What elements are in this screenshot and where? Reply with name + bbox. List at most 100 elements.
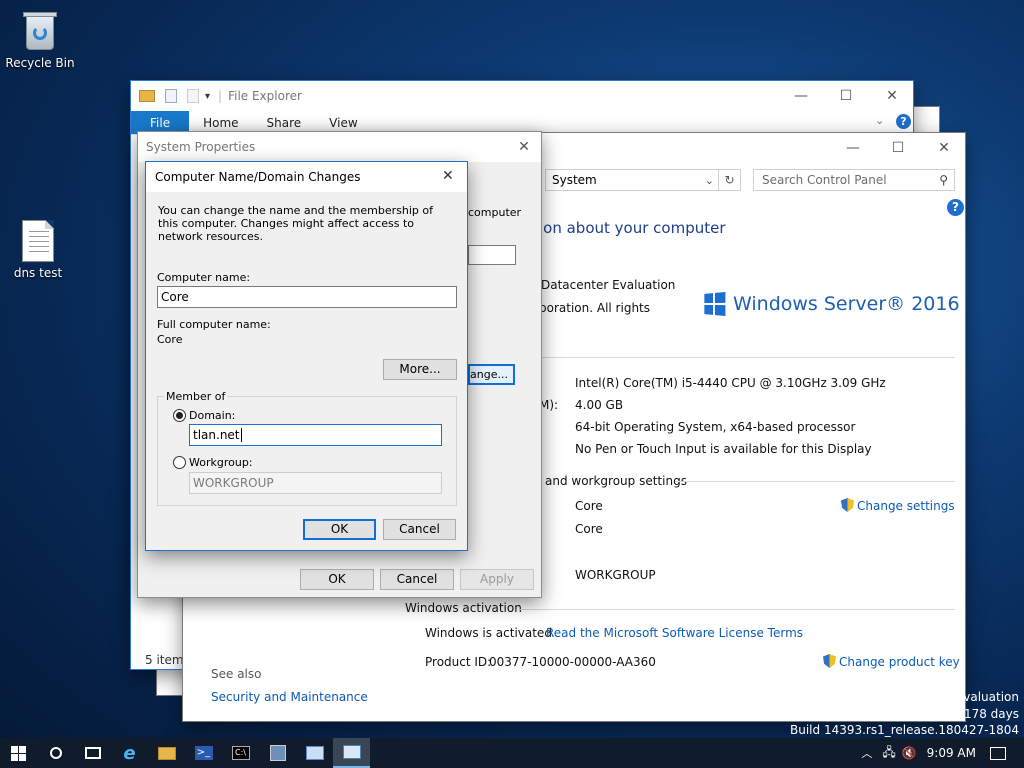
action-center-icon[interactable] xyxy=(990,746,1006,760)
system-tray: ︿ 🖧 🔇 9:09 AM xyxy=(861,738,1024,768)
desktop-icon-dns-test[interactable]: dns test xyxy=(0,220,76,280)
maximize-button[interactable]: ☐ xyxy=(823,81,869,111)
window-title: File Explorer xyxy=(228,89,302,103)
search-button[interactable] xyxy=(37,738,74,768)
product-id-label: Product ID: xyxy=(425,655,492,669)
start-button[interactable] xyxy=(0,738,37,768)
windows-server-logo: Windows Server® 2016 xyxy=(703,291,960,317)
address-bar[interactable]: System ⌄ xyxy=(545,169,719,191)
computer-name-dialog[interactable]: Computer Name/Domain Changes ✕ You can c… xyxy=(145,161,468,551)
cancel-button[interactable]: Cancel xyxy=(383,519,456,540)
edition-text: Datacenter Evaluation xyxy=(541,278,676,292)
minimize-button[interactable]: — xyxy=(830,133,876,163)
internet-explorer-button[interactable]: e xyxy=(111,738,148,768)
new-folder-quick-icon[interactable] xyxy=(187,89,199,103)
dialog-titlebar[interactable]: Computer Name/Domain Changes xyxy=(146,162,467,192)
help-icon[interactable]: ? xyxy=(947,199,964,216)
behind-field xyxy=(468,245,516,265)
license-terms-link[interactable]: Read the Microsoft Software License Term… xyxy=(546,626,803,640)
system-type-value: 64-bit Operating System, x64-based proce… xyxy=(575,420,856,434)
more-button[interactable]: More... xyxy=(383,359,457,380)
network-icon xyxy=(305,746,324,760)
network-status-icon[interactable]: 🖧 xyxy=(882,743,895,764)
activation-status: Windows is activated xyxy=(425,626,552,640)
server-manager-button[interactable] xyxy=(259,738,296,768)
pen-touch-value: No Pen or Touch Input is available for t… xyxy=(575,442,872,456)
maximize-button[interactable]: ☐ xyxy=(875,133,921,163)
chevron-down-icon[interactable]: ⌄ xyxy=(705,174,714,187)
close-button[interactable]: ✕ xyxy=(869,81,915,111)
ok-button[interactable]: OK xyxy=(303,519,376,540)
expand-ribbon-icon[interactable]: ⌄ xyxy=(875,114,884,127)
windows-logo-icon xyxy=(11,745,26,761)
command-prompt-icon: C:\ xyxy=(231,746,250,760)
show-hidden-icons-icon[interactable]: ︿ xyxy=(861,745,872,761)
security-maintenance-link[interactable]: Security and Maintenance xyxy=(211,690,368,704)
text-document-icon xyxy=(22,220,54,262)
search-icon: ⚲ xyxy=(939,173,948,187)
change-settings-link[interactable]: Change settings xyxy=(841,498,955,513)
domain-input[interactable]: tlan.net xyxy=(189,424,442,446)
computer-name-value: Core xyxy=(575,499,603,513)
behind-text: computer xyxy=(468,206,522,219)
help-icon[interactable]: ? xyxy=(896,114,911,129)
change-product-key-link[interactable]: Change product key xyxy=(823,654,960,669)
desktop-icon-label: dns test xyxy=(13,266,63,280)
copyright-text: poration. All rights xyxy=(539,301,650,315)
task-view-button[interactable] xyxy=(74,738,111,768)
cancel-button[interactable]: Cancel xyxy=(380,569,454,590)
file-explorer-button[interactable] xyxy=(148,738,185,768)
computer-name-input[interactable]: Core xyxy=(157,286,457,308)
ram-value: 4.00 GB xyxy=(575,398,624,412)
internet-explorer-icon: e xyxy=(123,742,136,764)
system-taskbar-button[interactable] xyxy=(333,738,370,768)
watermark-line3: Build 14393.rs1_release.180427-1804 xyxy=(790,723,1019,737)
folder-icon xyxy=(139,90,155,102)
ok-button[interactable]: OK xyxy=(300,569,374,590)
close-button[interactable]: ✕ xyxy=(442,168,454,184)
dialog-titlebar[interactable]: System Properties xyxy=(138,132,541,162)
address-text: System xyxy=(552,173,597,187)
dialog-title: Computer Name/Domain Changes xyxy=(155,170,361,184)
desktop-icon-recycle-bin[interactable]: Recycle Bin xyxy=(2,10,78,70)
page-heading: ion about your computer xyxy=(539,219,726,237)
processor-value: Intel(R) Core(TM) i5-4440 CPU @ 3.10GHz … xyxy=(575,376,886,390)
apply-button[interactable]: Apply xyxy=(460,569,534,590)
close-button[interactable]: ✕ xyxy=(921,133,967,163)
network-connections-button[interactable] xyxy=(296,738,333,768)
customize-toolbar-icon[interactable]: ▾ xyxy=(205,91,210,102)
domain-label: Domain: xyxy=(189,409,236,422)
shield-icon xyxy=(841,498,854,512)
full-name-value: Core xyxy=(157,333,183,346)
product-id-value: 00377-10000-00000-AA360 xyxy=(489,655,656,669)
computer-name-label: Computer name: xyxy=(157,271,251,284)
windows-logo-icon xyxy=(704,291,726,317)
recycle-bin-icon xyxy=(22,10,58,52)
command-prompt-button[interactable]: C:\ xyxy=(222,738,259,768)
dialog-title: System Properties xyxy=(146,140,256,154)
minimize-button[interactable]: — xyxy=(778,81,824,111)
dialog-description: You can change the name and the membersh… xyxy=(158,204,433,243)
watermark-line1: Evaluation xyxy=(955,690,1019,704)
properties-quick-icon[interactable] xyxy=(165,89,177,103)
computer-icon xyxy=(342,745,361,759)
full-computer-name-value: Core xyxy=(575,522,603,536)
domain-radio[interactable] xyxy=(173,409,186,422)
section-workgroup-settings: and workgroup settings xyxy=(545,474,687,488)
workgroup-label: Workgroup: xyxy=(189,456,253,469)
watermark-line2: r 178 days xyxy=(955,707,1019,721)
change-button-partial[interactable]: ange... xyxy=(468,364,515,385)
taskbar: e >_ C:\ ︿ 🖧 🔇 9:09 AM xyxy=(0,738,1024,768)
clock-time[interactable]: 9:09 AM xyxy=(927,746,976,760)
desktop-icon-label: Recycle Bin xyxy=(5,56,75,70)
search-icon xyxy=(49,747,62,759)
volume-muted-icon[interactable]: 🔇 xyxy=(902,746,917,760)
powershell-button[interactable]: >_ xyxy=(185,738,222,768)
search-input[interactable]: Search Control Panel ⚲ xyxy=(753,169,955,191)
folder-icon xyxy=(157,746,176,760)
workgroup-input[interactable]: WORKGROUP xyxy=(189,472,442,494)
refresh-icon[interactable]: ↻ xyxy=(719,169,741,191)
section-windows-activation: Windows activation xyxy=(405,601,522,615)
close-button[interactable]: ✕ xyxy=(506,132,542,162)
workgroup-radio[interactable] xyxy=(173,456,186,469)
